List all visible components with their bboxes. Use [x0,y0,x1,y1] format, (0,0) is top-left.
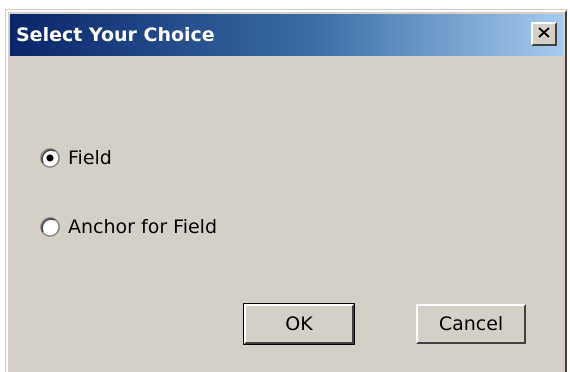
close-button[interactable] [531,22,557,46]
radio-selected-dot [46,154,54,162]
option-label-anchor-for-field: Anchor for Field [68,216,218,238]
close-icon [538,25,550,43]
cancel-button[interactable]: Cancel [416,304,526,344]
option-label-field: Field [68,147,112,169]
radio-anchor-for-field[interactable] [40,217,60,237]
option-anchor-for-field[interactable]: Anchor for Field [40,216,217,238]
radio-field[interactable] [40,148,60,168]
dialog-title: Select Your Choice [16,24,215,46]
option-field[interactable]: Field [40,147,112,169]
title-bar[interactable]: Select Your Choice [10,14,563,56]
ok-button[interactable]: OK [243,303,355,345]
dialog-window: Select Your Choice Field Anchor for Fiel… [5,9,568,372]
